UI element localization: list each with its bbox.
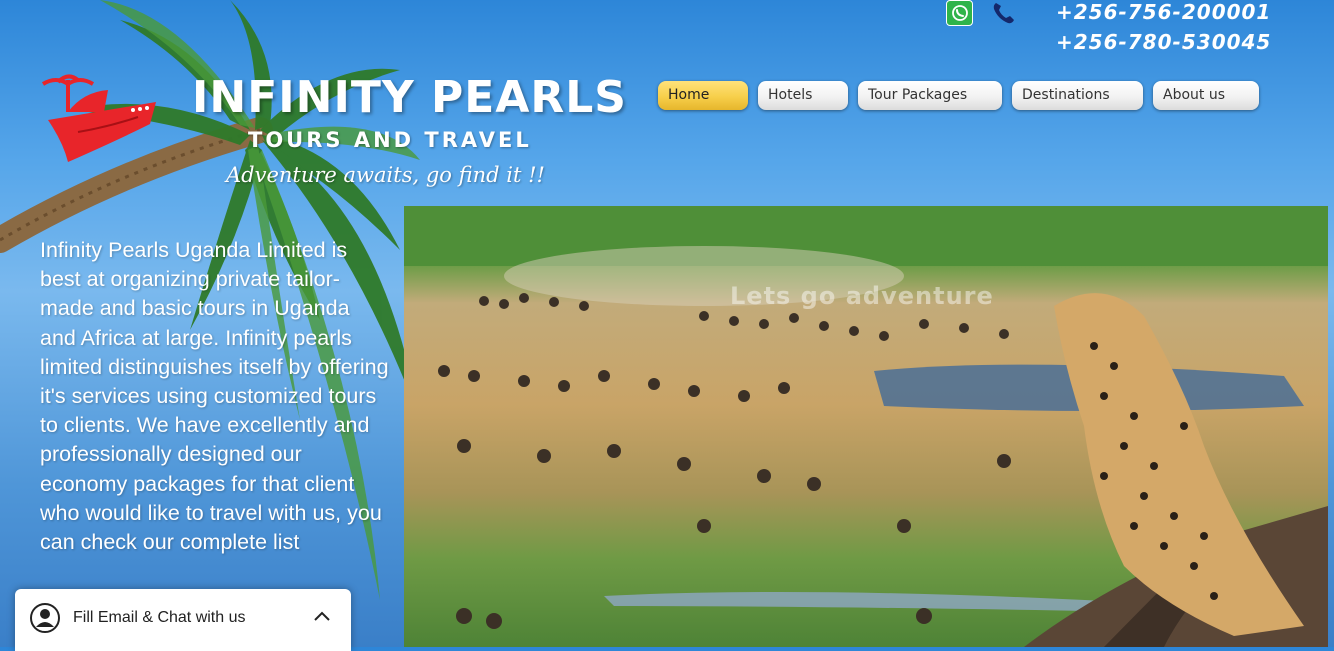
brand-subtitle: TOURS AND TRAVEL bbox=[248, 128, 532, 152]
hero-overlay-text: Lets go adventure bbox=[730, 282, 994, 310]
intro-text: Infinity Pearls Uganda Limited is best a… bbox=[40, 238, 389, 555]
logo-ship-icon bbox=[41, 74, 156, 162]
phone-number-1[interactable]: +256-756-200001 bbox=[1056, 0, 1271, 24]
user-avatar-icon bbox=[30, 603, 60, 633]
nav-hotels[interactable]: Hotels bbox=[758, 81, 848, 110]
phone-number-2[interactable]: +256-780-530045 bbox=[1056, 30, 1271, 54]
chat-label[interactable]: Fill Email & Chat with us bbox=[73, 609, 246, 627]
nav-destinations[interactable]: Destinations bbox=[1012, 81, 1143, 110]
nav-home[interactable]: Home bbox=[658, 81, 748, 110]
hero-safari-image bbox=[404, 206, 1328, 647]
nav-about-us[interactable]: About us bbox=[1153, 81, 1259, 110]
chevron-up-icon[interactable] bbox=[313, 609, 331, 623]
phone-icon[interactable] bbox=[990, 0, 1016, 26]
main-nav: Home Hotels Tour Packages Destinations A… bbox=[658, 81, 1259, 110]
chat-widget[interactable]: Fill Email & Chat with us bbox=[15, 589, 351, 651]
whatsapp-icon[interactable] bbox=[946, 0, 973, 26]
nav-tour-packages[interactable]: Tour Packages bbox=[858, 81, 1002, 110]
tagline: Adventure awaits, go find it !! bbox=[226, 163, 545, 187]
brand-title: INFINITY PEARLS bbox=[192, 72, 627, 123]
brand-title-text: INFINITY PEARLS bbox=[192, 72, 627, 123]
